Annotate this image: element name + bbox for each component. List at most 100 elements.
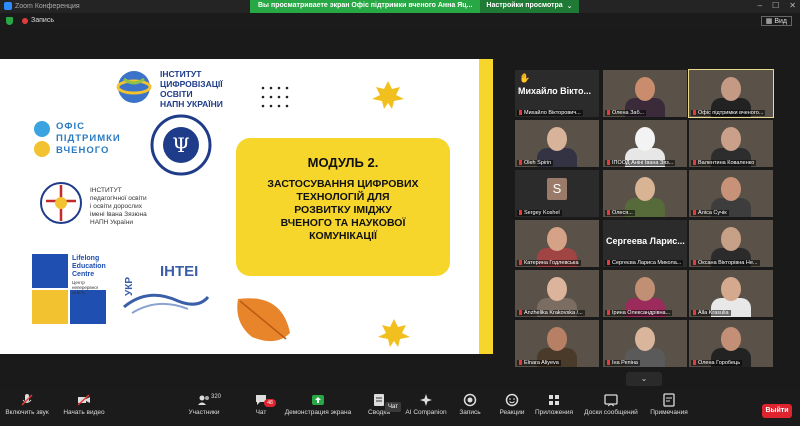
minimize-icon[interactable]: – [758, 1, 762, 10]
participant-name-text: Sergey Koshel [524, 210, 560, 216]
participant-video-face [721, 227, 741, 251]
orange-leaf-icon [237, 298, 290, 342]
intei-text: ІНТЕІ [160, 263, 199, 280]
participant-video-face [547, 227, 567, 251]
participant-name-label: Олена Горобець [691, 360, 743, 366]
sparkle-icon [420, 394, 432, 406]
window-controls: – ☐ ✕ [758, 1, 796, 10]
summary-icon [374, 394, 384, 406]
participant-tile[interactable]: Oleh Spirin [515, 120, 599, 167]
window-title: Zoom Конференция [15, 2, 80, 10]
participant-tile[interactable]: Валентина Коваленко [689, 120, 773, 167]
share-screen-label: Демонстрация экрана [284, 409, 352, 416]
chevron-down-icon: ⌄ [640, 374, 648, 383]
reactions-button[interactable]: Реакции [496, 393, 528, 416]
start-video-label: Начать видео [63, 409, 105, 416]
participant-video-face [721, 77, 741, 101]
participant-video-face [721, 127, 741, 151]
participant-video-face [635, 177, 655, 201]
participant-tile[interactable]: Олена Горобець [689, 320, 773, 367]
participant-name-text: Elnara Aliyeva [524, 360, 559, 366]
participant-tile[interactable]: Іна Репіна [603, 320, 687, 367]
svg-text:Ψ: Ψ [172, 133, 190, 157]
participant-tile[interactable]: Ірина Олександрівна... [603, 270, 687, 317]
maple-leaf-small-icon [378, 319, 410, 347]
participant-tile[interactable]: Аліса Сучік [689, 170, 773, 217]
leave-meeting-button[interactable]: Выйти [762, 404, 792, 418]
view-options-label: Настройки просмотра [486, 2, 563, 9]
participants-label: Участники [188, 409, 220, 416]
participant-video-face [721, 327, 741, 351]
participant-name-label: Sergey Koshel [517, 210, 562, 216]
reactions-label: Реакции [499, 409, 525, 416]
participant-tile[interactable]: Alla Krasulia [689, 270, 773, 317]
record-button[interactable]: Запись [456, 393, 484, 416]
start-video-button[interactable]: Начать видео [60, 393, 108, 416]
participant-tile[interactable]: Оксана Вікторівна Не... [689, 220, 773, 267]
muted-mic-icon [607, 360, 610, 366]
chat-label: Чат [255, 409, 267, 416]
notes-icon [663, 393, 675, 407]
whiteboards-button[interactable]: Доски сообщений [582, 393, 640, 416]
participant-name-text: Оксана Вікторівна Не... [698, 260, 758, 266]
participant-name-label: Олена Заб... [605, 110, 647, 116]
participant-tile[interactable]: S Sergey Koshel [515, 170, 599, 217]
participant-tile[interactable]: ✋ Михайло Вікто... Михайло Вікторович... [515, 70, 599, 117]
notes-button[interactable]: Примечания [646, 393, 692, 416]
participant-tile[interactable]: ІПООД Аніні Івана Зяз... [603, 120, 687, 167]
share-screen-icon [312, 395, 324, 405]
share-message: Вы просматриваете экран Офіс підтримки в… [250, 0, 481, 13]
unmute-button[interactable]: Включить звук [4, 393, 50, 416]
gallery-scroll-down-button[interactable]: ⌄ [626, 372, 662, 386]
participant-tile[interactable]: Elnara Aliyeva [515, 320, 599, 367]
muted-mic-icon [519, 110, 522, 116]
muted-mic-icon [519, 260, 522, 266]
participant-video-face [635, 327, 655, 351]
muted-mic-icon [519, 360, 522, 366]
muted-mic-icon [607, 260, 610, 266]
chevron-down-icon: ⌄ [566, 3, 573, 10]
apps-label: Приложения [534, 409, 574, 416]
close-icon[interactable]: ✕ [789, 1, 796, 10]
participant-tile[interactable]: Олена Заб... [603, 70, 687, 117]
participant-name-text: Alla Krasulia [698, 310, 729, 316]
slide-accent-strip [479, 59, 493, 354]
view-button[interactable]: ▦ Вид [760, 16, 792, 26]
participant-name-text: Катерина Годлевська [524, 260, 579, 266]
apps-grid-icon [549, 395, 559, 405]
participant-tile[interactable]: Офіс підтримки вченого... [688, 69, 774, 118]
view-options-button[interactable]: Настройки просмотра ⌄ [480, 0, 579, 13]
muted-mic-icon [607, 160, 610, 166]
participant-name-label: Олеся... [605, 210, 635, 216]
participants-count: 320 [211, 394, 222, 400]
share-screen-button[interactable]: Демонстрация экрана [284, 393, 352, 416]
ai-companion-button[interactable]: AI Companion [404, 393, 448, 416]
apps-button[interactable]: Приложения [534, 393, 574, 416]
participant-name-text: Ірина Олександрівна... [612, 310, 671, 316]
participant-video-face [547, 277, 567, 301]
participant-video-face [635, 127, 655, 151]
participant-name-text: Олена Горобець [698, 360, 741, 366]
participant-video-face [635, 77, 655, 101]
participant-name-label: Оксана Вікторівна Не... [691, 260, 760, 266]
participant-video-face [721, 277, 741, 301]
participants-icon [198, 395, 209, 405]
participant-video-face [547, 127, 567, 151]
maximize-icon[interactable]: ☐ [772, 1, 779, 10]
participant-tile[interactable]: Катерина Годлевська [515, 220, 599, 267]
recording-indicator[interactable]: Запись [22, 17, 54, 24]
participant-tile[interactable]: Олеся... [603, 170, 687, 217]
recording-label: Запись [31, 17, 54, 24]
participant-name-text: Олеся... [612, 210, 633, 216]
record-dot-icon [22, 17, 28, 24]
participant-tile[interactable]: Anzhelika Krakovska /... [515, 270, 599, 317]
shared-screen-slide: ІНСТИТУТ ЦИФРОВІЗАЦІЇ ОСВІТИ НАПН УКРАЇН… [0, 59, 493, 354]
muted-mic-icon [693, 360, 696, 366]
module-card: МОДУЛЬ 2. ЗАСТОСУВАННЯ ЦИФРОВИХ ТЕХНОЛОГ… [236, 138, 450, 276]
participant-name-text: Oleh Spirin [524, 160, 552, 166]
participant-name-label: Oleh Spirin [517, 160, 554, 166]
participant-name-label: Аліса Сучік [691, 210, 729, 216]
shield-icon[interactable] [6, 17, 13, 25]
participant-display-name: Михайло Вікто... [518, 86, 591, 96]
participant-tile[interactable]: Сергеева Ларис... Сергеєва Лариса Микола.… [603, 220, 687, 267]
